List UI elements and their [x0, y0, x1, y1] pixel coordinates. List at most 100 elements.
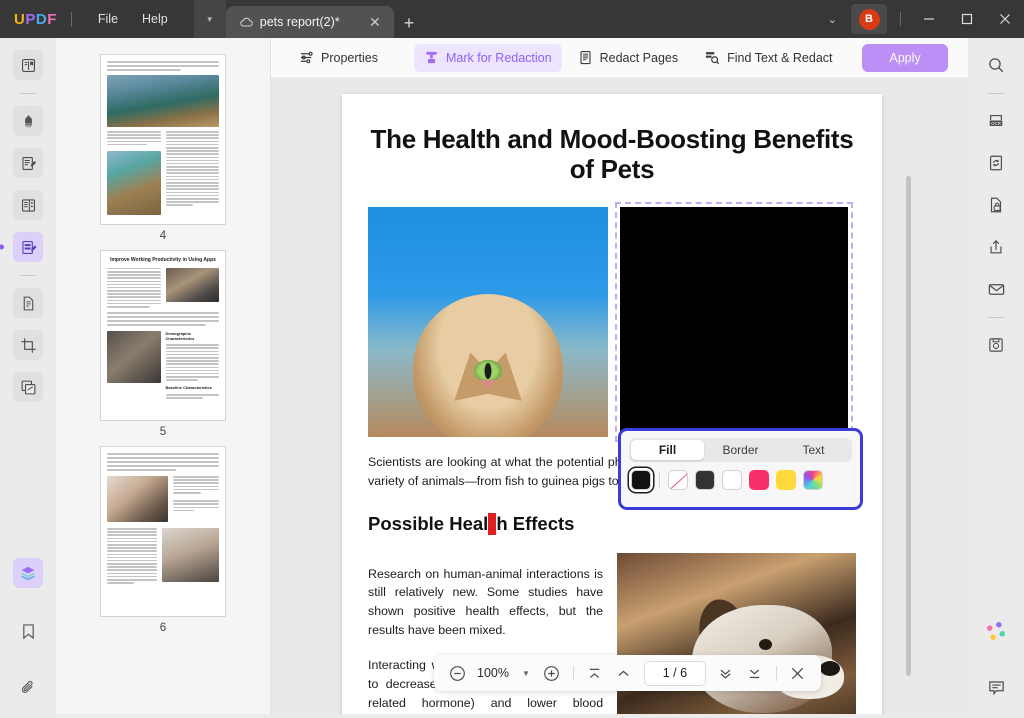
find-redact-icon — [704, 50, 720, 65]
thumbnail-item[interactable]: Improve Working Productivity in Using Ap… — [100, 250, 226, 438]
zoom-in-button[interactable] — [539, 660, 565, 686]
redaction-toolbar: Properties Mark for Redaction Redact Pag… — [271, 38, 968, 78]
menu-file[interactable]: File — [86, 7, 130, 31]
ai-assistant-icon[interactable] — [981, 616, 1011, 646]
dog-photo[interactable] — [617, 552, 856, 718]
logo-letter-u: U — [14, 10, 26, 28]
mark-for-redaction-button[interactable]: Mark for Redaction — [413, 43, 562, 72]
tab-border[interactable]: Border — [704, 440, 777, 460]
document-canvas[interactable]: The Health and Mood-Boosting Benefits of… — [271, 78, 968, 718]
tab-pets-report[interactable]: pets report(2)* ✕ — [225, 6, 394, 38]
zoom-level[interactable]: 100% — [473, 666, 513, 680]
black-redaction-box[interactable] — [615, 201, 853, 442]
page-thumbnail-panel[interactable]: 4 Improve Working Productivity in Using … — [56, 38, 271, 718]
properties-button[interactable]: Properties — [289, 44, 388, 72]
thumb-columns — [107, 267, 219, 308]
attachment-icon[interactable] — [13, 672, 43, 702]
swatch-pink[interactable] — [749, 470, 769, 490]
bottom-strip — [0, 714, 1024, 718]
redact-pages-button[interactable]: Redact Pages — [568, 44, 689, 72]
tab-list-caret[interactable]: ▼ — [193, 0, 226, 38]
chevron-down-icon[interactable]: ⌄ — [814, 13, 851, 26]
layers-icon[interactable] — [13, 558, 43, 588]
thumb-col-right — [173, 476, 219, 522]
convert-icon[interactable] — [981, 148, 1011, 178]
edit-pdf-icon[interactable] — [13, 148, 43, 178]
cat-photo[interactable] — [368, 206, 608, 437]
swatch-dark-gray[interactable] — [695, 470, 715, 490]
thumbnail-item[interactable]: 4 — [100, 54, 226, 242]
format-tabs: Fill Border Text — [629, 438, 852, 462]
maximize-icon[interactable] — [948, 0, 986, 38]
crop-icon[interactable] — [13, 330, 43, 360]
tab-strip: ▼ pets report(2)* ✕ + — [193, 0, 425, 38]
last-page-button[interactable] — [742, 660, 768, 686]
zoom-out-button[interactable] — [444, 660, 470, 686]
status-divider-2 — [775, 665, 777, 681]
swatch-none[interactable] — [668, 470, 688, 490]
updf-window: U P D F File Help ▼ pets report(2)* ✕ + … — [0, 0, 1024, 718]
swatch-yellow[interactable] — [776, 470, 796, 490]
next-page-button[interactable] — [713, 660, 739, 686]
protect-icon[interactable] — [981, 190, 1011, 220]
section-heading: Possible Health Effects — [368, 512, 856, 535]
pdf-page[interactable]: The Health and Mood-Boosting Benefits of… — [342, 94, 882, 718]
thumb-text-block — [107, 311, 219, 326]
thumb-col-left-2 — [107, 528, 157, 584]
thumb-columns — [107, 476, 219, 522]
thumbnail-page-5[interactable]: Improve Working Productivity in Using Ap… — [100, 250, 226, 421]
page-indicator[interactable]: 1 / 6 — [643, 660, 706, 686]
thumb-subheading-2: Baseline Characteristics — [165, 385, 212, 391]
previous-page-button[interactable] — [611, 660, 637, 686]
cat-head-shape — [413, 294, 563, 437]
status-close-button[interactable] — [785, 660, 811, 686]
tab-fill[interactable]: Fill — [631, 440, 704, 460]
swatch-rainbow[interactable] — [803, 470, 823, 490]
find-text-and-redact-button[interactable]: Find Text & Redact — [694, 44, 842, 72]
apply-button[interactable]: Apply — [862, 43, 948, 72]
thumb-col-left — [107, 131, 161, 215]
reader-icon[interactable] — [13, 50, 43, 80]
canvas-scrollbar[interactable] — [906, 176, 911, 676]
comment-highlighter-icon[interactable] — [13, 106, 43, 136]
logo-letter-f: F — [47, 10, 57, 28]
redact-icon[interactable] — [0, 232, 43, 262]
search-icon[interactable] — [981, 50, 1011, 80]
share-icon[interactable] — [981, 232, 1011, 262]
dog-eye — [759, 638, 772, 650]
account-button[interactable]: B — [851, 4, 887, 34]
minimize-icon[interactable] — [910, 0, 948, 38]
zoom-dropdown-caret[interactable]: ▼ — [516, 669, 536, 678]
status-divider-1 — [572, 665, 574, 681]
format-popup[interactable]: Fill Border Text — [618, 428, 863, 510]
tab-text[interactable]: Text — [777, 440, 850, 460]
thumbnail-page-6[interactable] — [100, 446, 226, 617]
thumb-image-lake — [107, 75, 219, 127]
page-title: The Health and Mood-Boosting Benefits of… — [370, 124, 854, 185]
menu-help[interactable]: Help — [130, 7, 180, 31]
swatch-black-selected[interactable] — [631, 470, 651, 490]
heading-part-after: h Effects — [496, 512, 575, 534]
window-controls: ⌄ B — [814, 0, 1024, 38]
updf-logo: U P D F — [14, 11, 57, 28]
batch-icon[interactable] — [13, 372, 43, 402]
save-icon[interactable] — [981, 330, 1011, 360]
tab-close-icon[interactable]: ✕ — [364, 14, 386, 31]
close-icon[interactable] — [986, 0, 1024, 38]
comment-icon[interactable] — [981, 672, 1011, 702]
thumbnail-page-4[interactable] — [100, 54, 226, 225]
ocr-icon[interactable]: OCR — [981, 106, 1011, 136]
convert-file-icon[interactable] — [13, 288, 43, 318]
right-rail-divider-1 — [988, 93, 1004, 94]
swatch-white[interactable] — [722, 470, 742, 490]
color-swatches — [629, 470, 852, 490]
thumbnail-item[interactable]: 6 — [100, 446, 226, 634]
thumb-col-right-2: Demographic Characteristics Baseline Cha… — [165, 331, 219, 399]
new-tab-button[interactable]: + — [394, 13, 425, 34]
email-icon[interactable] — [981, 274, 1011, 304]
thumbnail-list: 4 Improve Working Productivity in Using … — [56, 38, 270, 642]
heading-part-before: Possible Heal — [368, 512, 489, 534]
page-organize-icon[interactable] — [13, 190, 43, 220]
first-page-button[interactable] — [582, 660, 608, 686]
bookmark-icon[interactable] — [13, 616, 43, 646]
